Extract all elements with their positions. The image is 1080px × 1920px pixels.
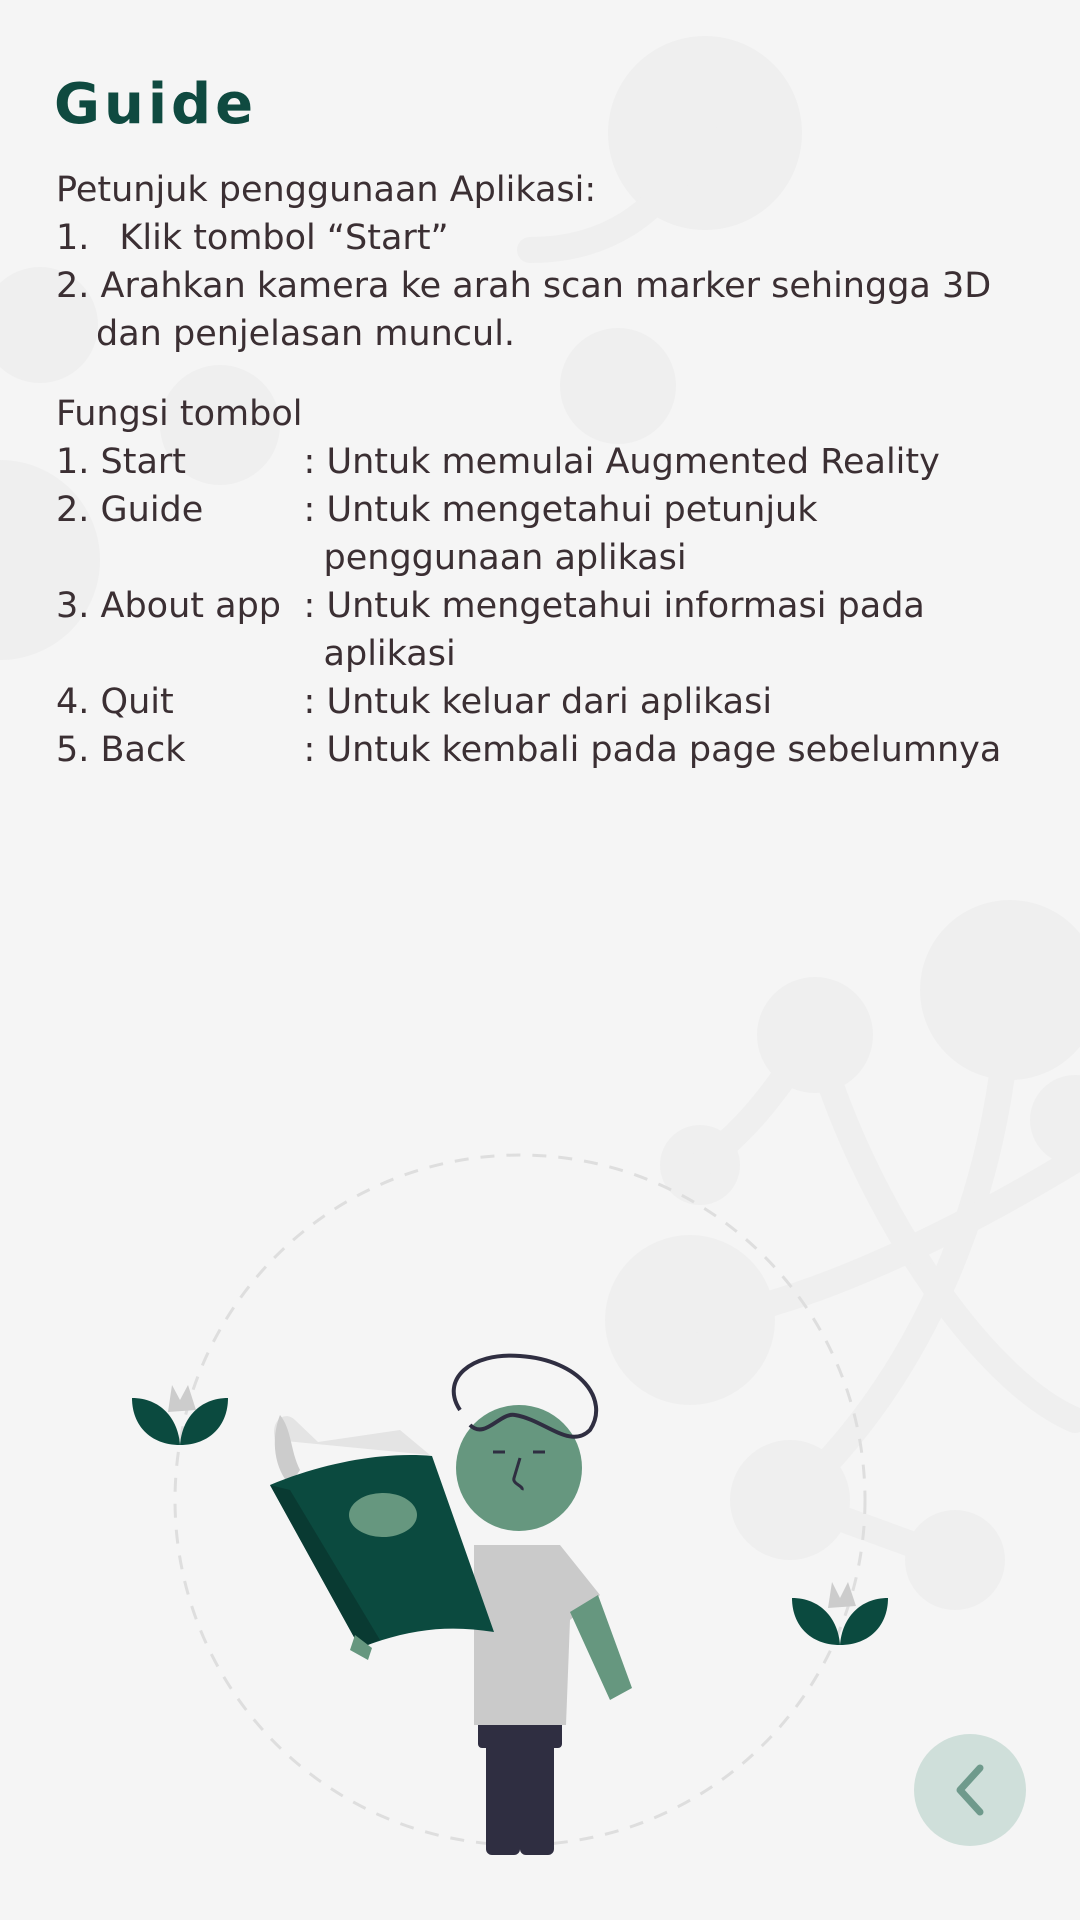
function-description: : Untuk mengetahui petunjuk [303, 490, 818, 530]
page-title: Guide [54, 72, 258, 137]
step-number: 2. [56, 266, 90, 306]
instruction-step: 1. Klik tombol “Start” [56, 214, 1056, 262]
function-description: : Untuk kembali pada page sebelumnya [303, 730, 1002, 770]
instruction-step: 2. Arahkan kamera ke arah scan marker se… [56, 262, 1056, 310]
function-description: : Untuk mengetahui informasi pada [303, 586, 925, 626]
function-name: 2. Guide [56, 490, 204, 530]
function-row: 5. Back : Untuk kembali pada page sebelu… [56, 726, 1056, 774]
function-row: 4. Quit : Untuk keluar dari aplikasi [56, 678, 1056, 726]
function-description-continued: penggunaan aplikasi [323, 538, 687, 578]
plant-right-icon [792, 1582, 888, 1645]
button-functions-heading: Fungsi tombol [56, 394, 303, 434]
function-name: 4. Quit [56, 682, 174, 722]
function-name: 1. Start [56, 442, 187, 482]
chevron-left-icon [956, 1764, 984, 1816]
function-row: 2. Guide : Untuk mengetahui petunjuk pen… [56, 486, 1056, 582]
step-number: 1. [56, 218, 90, 258]
function-description-continued: aplikasi [323, 634, 456, 674]
guide-text-block: Petunjuk penggunaan Aplikasi: 1. Klik tom… [56, 166, 1056, 774]
function-name: 5. Back [56, 730, 186, 770]
instructions-heading: Petunjuk penggunaan Aplikasi: [56, 170, 597, 210]
function-row: 3. About app : Untuk mengetahui informas… [56, 582, 1056, 678]
back-button[interactable] [914, 1734, 1026, 1846]
step-text-continued: dan penjelasan muncul. [96, 314, 516, 354]
function-description: : Untuk keluar dari aplikasi [303, 682, 773, 722]
function-description: : Untuk memulai Augmented Reality [303, 442, 940, 482]
step-text: Arahkan kamera ke arah scan marker sehin… [100, 266, 992, 306]
function-name: 3. About app [56, 586, 282, 626]
function-row: 1. Start : Untuk memulai Augmented Reali… [56, 438, 1056, 486]
step-text: Klik tombol “Start” [119, 218, 449, 258]
guide-screen: Guide Petunjuk penggunaan Aplikasi: 1. Kl… [0, 0, 1080, 1920]
